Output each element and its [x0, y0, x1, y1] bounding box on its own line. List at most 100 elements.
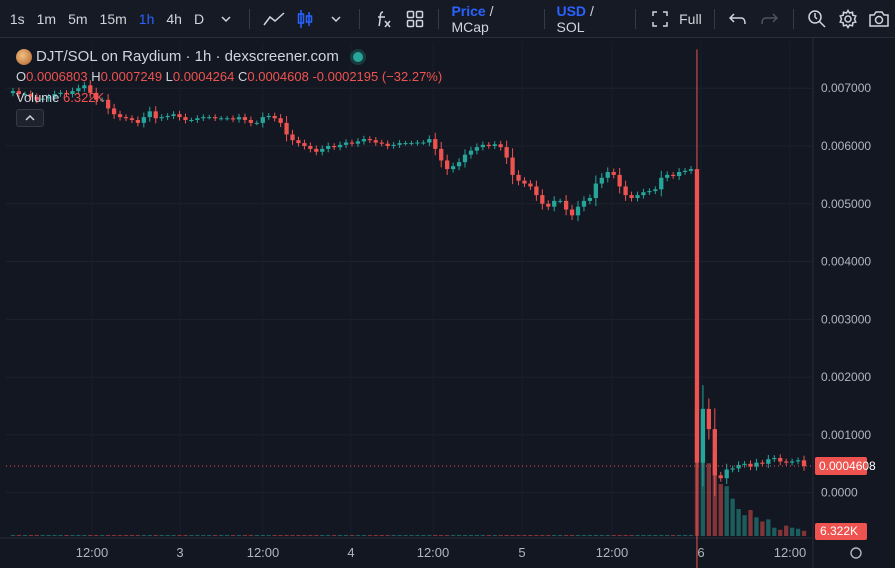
candle-body: [397, 143, 402, 145]
x-tick-label: 12:00: [596, 545, 629, 560]
y-tick-label: 0.003000: [821, 312, 871, 326]
volume-bar: [46, 534, 51, 536]
price-mcap-toggle[interactable]: Price / MCap: [447, 3, 535, 35]
candle-body: [659, 177, 664, 190]
redo-icon[interactable]: [758, 7, 781, 31]
candle-body: [563, 200, 569, 210]
timeframe-4h[interactable]: 4h: [160, 11, 188, 27]
candle-body: [337, 144, 343, 148]
fullscreen-icon[interactable]: [648, 7, 671, 31]
price-option[interactable]: Price: [451, 3, 485, 19]
timeframe-1m[interactable]: 1m: [31, 11, 62, 27]
full-button[interactable]: Full: [675, 11, 706, 27]
volume-bar: [153, 534, 158, 536]
volume-bar: [326, 534, 331, 536]
volume-bar: [260, 534, 265, 536]
pair-title: DJT/SOL on Raydium · 1h · dexscreener.co…: [36, 48, 339, 65]
candle-body: [290, 134, 295, 141]
candle-body: [468, 150, 474, 155]
candle-body: [575, 206, 581, 216]
candle-body: [665, 174, 670, 178]
currency-toggle[interactable]: USD / SOL: [552, 3, 627, 35]
candle-body: [587, 198, 593, 201]
y-tick-label: 0.007000: [821, 81, 871, 95]
timeframe-1h[interactable]: 1h: [133, 11, 161, 27]
last-price-label: 0.0004608: [819, 459, 876, 473]
chart-legend: DJT/SOL on Raydium · 1h · dexscreener.co…: [16, 48, 442, 127]
candle-body: [498, 144, 503, 148]
camera-icon[interactable]: [868, 7, 891, 31]
candle-body: [10, 91, 16, 94]
candle-body: [629, 195, 634, 198]
chevron-down-icon[interactable]: [324, 7, 347, 31]
candle-body: [361, 139, 367, 142]
collapse-legend-button[interactable]: [16, 109, 44, 127]
candle-body: [653, 189, 658, 192]
candle-body: [784, 461, 789, 463]
volume-bar: [177, 534, 182, 536]
candle-body: [742, 463, 747, 465]
volume-bar: [302, 534, 307, 536]
divider: [249, 8, 251, 29]
chart-area[interactable]: 0.007000 0.006000 0.005000 0.004000 0.003000…: [0, 38, 895, 568]
candle-body: [682, 170, 688, 172]
candle-body: [504, 147, 509, 158]
candle-body: [427, 139, 432, 143]
candle-body: [617, 174, 622, 187]
volume-bar: [653, 534, 658, 536]
volume-bar: [88, 534, 93, 536]
candle-body: [492, 144, 497, 146]
volume-bar: [22, 534, 28, 536]
live-status-icon: [352, 51, 363, 62]
volume-bar: [748, 510, 753, 536]
indicators-icon[interactable]: [372, 7, 395, 31]
volume-label: Volume: [16, 90, 60, 105]
timeframe-1s[interactable]: 1s: [4, 11, 31, 27]
timeframe-5m[interactable]: 5m: [62, 11, 93, 27]
volume-bar: [718, 484, 723, 536]
volume-bar: [219, 534, 224, 536]
volume-bar: [195, 534, 200, 536]
volume-bar: [516, 534, 521, 536]
volume-bar: [504, 534, 509, 536]
chevron-down-icon[interactable]: [214, 7, 237, 31]
divider: [438, 8, 440, 29]
volume-bar: [694, 401, 700, 536]
close-value: 0.0004608: [247, 69, 309, 84]
volume-bar: [242, 534, 248, 536]
volume-bar: [397, 534, 402, 536]
x-tick-label: 3: [176, 545, 183, 560]
candle-body: [706, 408, 712, 430]
volume-value: 6.322K: [63, 90, 105, 105]
volume-bar: [320, 534, 325, 536]
zoom-search-icon[interactable]: [806, 7, 829, 31]
usd-option[interactable]: USD: [556, 3, 586, 19]
volume-bar: [201, 534, 206, 536]
volume-bar: [433, 534, 438, 536]
layout-grid-icon[interactable]: [403, 7, 426, 31]
timeframe-15m[interactable]: 15m: [94, 11, 133, 27]
line-chart-icon[interactable]: [262, 7, 285, 31]
candle-body: [635, 195, 640, 198]
volume-bar: [552, 534, 557, 536]
volume-bar: [742, 515, 747, 536]
candle-body: [593, 183, 598, 198]
gear-icon[interactable]: [837, 7, 860, 31]
volume-bar: [462, 534, 468, 536]
candle-body: [415, 142, 420, 144]
undo-icon[interactable]: [727, 7, 750, 31]
volume-bar: [772, 527, 777, 536]
candle-body: [778, 458, 783, 462]
candle-body: [326, 146, 331, 149]
volume-bar: [415, 534, 420, 536]
high-value: 0.0007249: [100, 69, 163, 84]
candle-body: [795, 460, 801, 462]
candle-body: [599, 177, 604, 184]
volume-bar: [724, 486, 729, 536]
candle-body: [516, 174, 521, 181]
volume-bar: [706, 463, 712, 536]
candlestick-icon[interactable]: [293, 7, 316, 31]
timeframe-d[interactable]: D: [188, 11, 210, 27]
volume-bar: [766, 519, 771, 536]
volume-bar: [665, 534, 670, 536]
